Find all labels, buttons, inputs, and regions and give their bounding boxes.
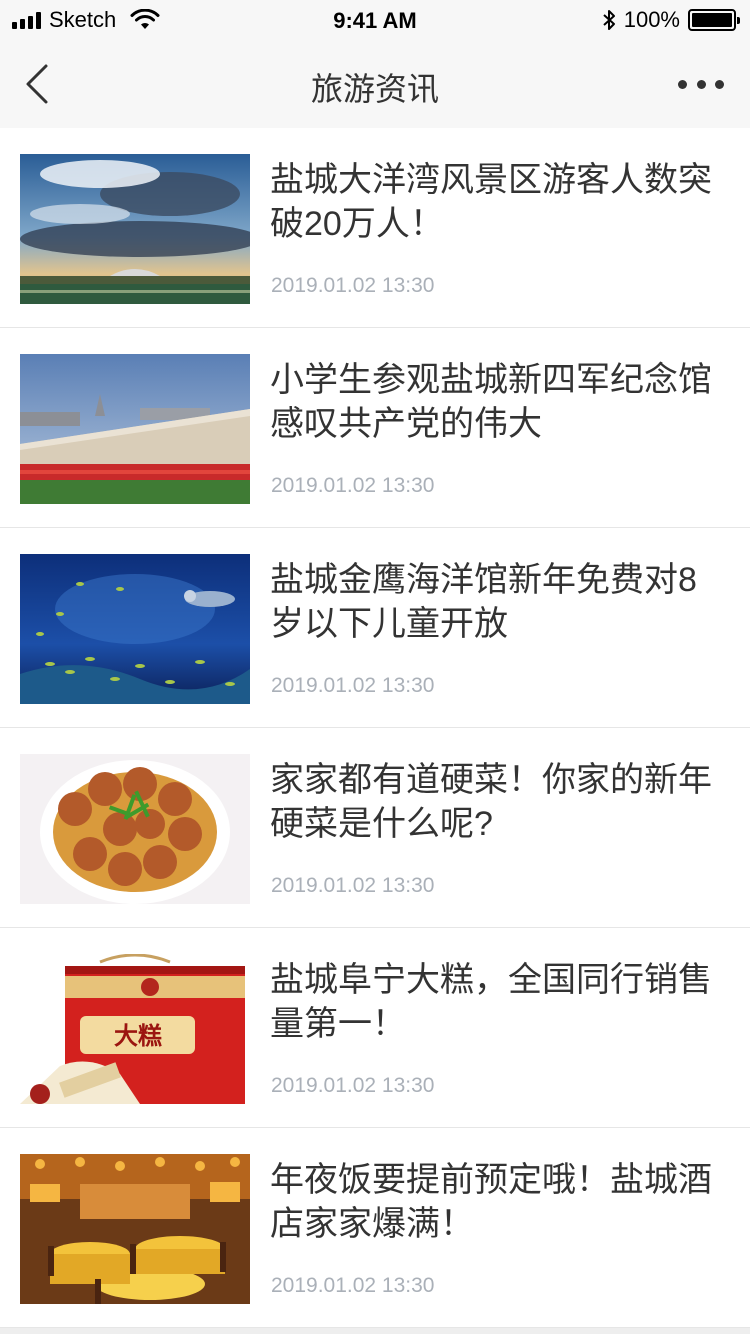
bluetooth-icon <box>603 10 615 30</box>
battery-percent: 100% <box>623 7 680 32</box>
status-bar: Sketch 9:41 AM 100% <box>0 0 750 40</box>
article-title: 盐城大洋湾风景区游客人数突破20万人！ <box>270 161 712 243</box>
article-title: 小学生参观盐城新四军纪念馆感叹共产党的伟大 <box>270 361 712 443</box>
navigation-bar: 旅游资讯 <box>0 40 750 128</box>
list-item[interactable]: 大糕 盐城阜宁大糕，全国同行销售量第一！ 2019.01.02 13:30 <box>0 928 750 1128</box>
list-item[interactable]: 小学生参观盐城新四军纪念馆感叹共产党的伟大 2019.01.02 13:30 <box>0 328 750 528</box>
article-title: 盐城金鹰海洋馆新年免费对8岁以下儿童开放 <box>270 561 697 643</box>
meatball-dish-photo <box>20 754 250 904</box>
article-list: 盐城大洋湾风景区游客人数突破20万人！ 2019.01.02 13:30 小学生… <box>0 128 750 1328</box>
list-item[interactable]: 盐城金鹰海洋馆新年免费对8岁以下儿童开放 2019.01.02 13:30 <box>0 528 750 728</box>
aquarium-photo <box>20 554 250 704</box>
cake-giftbox-photo: 大糕 <box>20 954 250 1104</box>
cake-box-label: 大糕 <box>114 1022 162 1050</box>
article-time: 2019.01.02 13:30 <box>271 874 435 897</box>
page-title: 旅游资讯 <box>310 71 439 107</box>
article-time: 2019.01.02 13:30 <box>271 474 435 497</box>
article-title: 盐城阜宁大糕，全国同行销售量第一！ <box>270 961 712 1043</box>
article-time: 2019.01.02 13:30 <box>271 674 435 697</box>
article-time: 2019.01.02 13:30 <box>271 274 435 297</box>
article-title: 年夜饭要提前预定哦！盐城酒店家家爆满！ <box>270 1161 712 1243</box>
list-bottom-divider <box>0 1328 750 1334</box>
list-item[interactable]: 盐城大洋湾风景区游客人数突破20万人！ 2019.01.02 13:30 <box>0 128 750 328</box>
sky-landscape-photo <box>20 154 250 304</box>
list-item[interactable]: 年夜饭要提前预定哦！盐城酒店家家爆满！ 2019.01.02 13:30 <box>0 1128 750 1328</box>
battery-icon <box>688 9 740 31</box>
article-time: 2019.01.02 13:30 <box>271 1074 435 1097</box>
more-icon[interactable] <box>678 74 724 94</box>
article-title: 家家都有道硬菜！你家的新年硬菜是什么呢? <box>270 761 712 843</box>
article-time: 2019.01.02 13:30 <box>271 1274 435 1297</box>
memorial-wall-photo <box>20 354 250 504</box>
list-item[interactable]: 家家都有道硬菜！你家的新年硬菜是什么呢? 2019.01.02 13:30 <box>0 728 750 928</box>
restaurant-hall-photo <box>20 1154 250 1304</box>
